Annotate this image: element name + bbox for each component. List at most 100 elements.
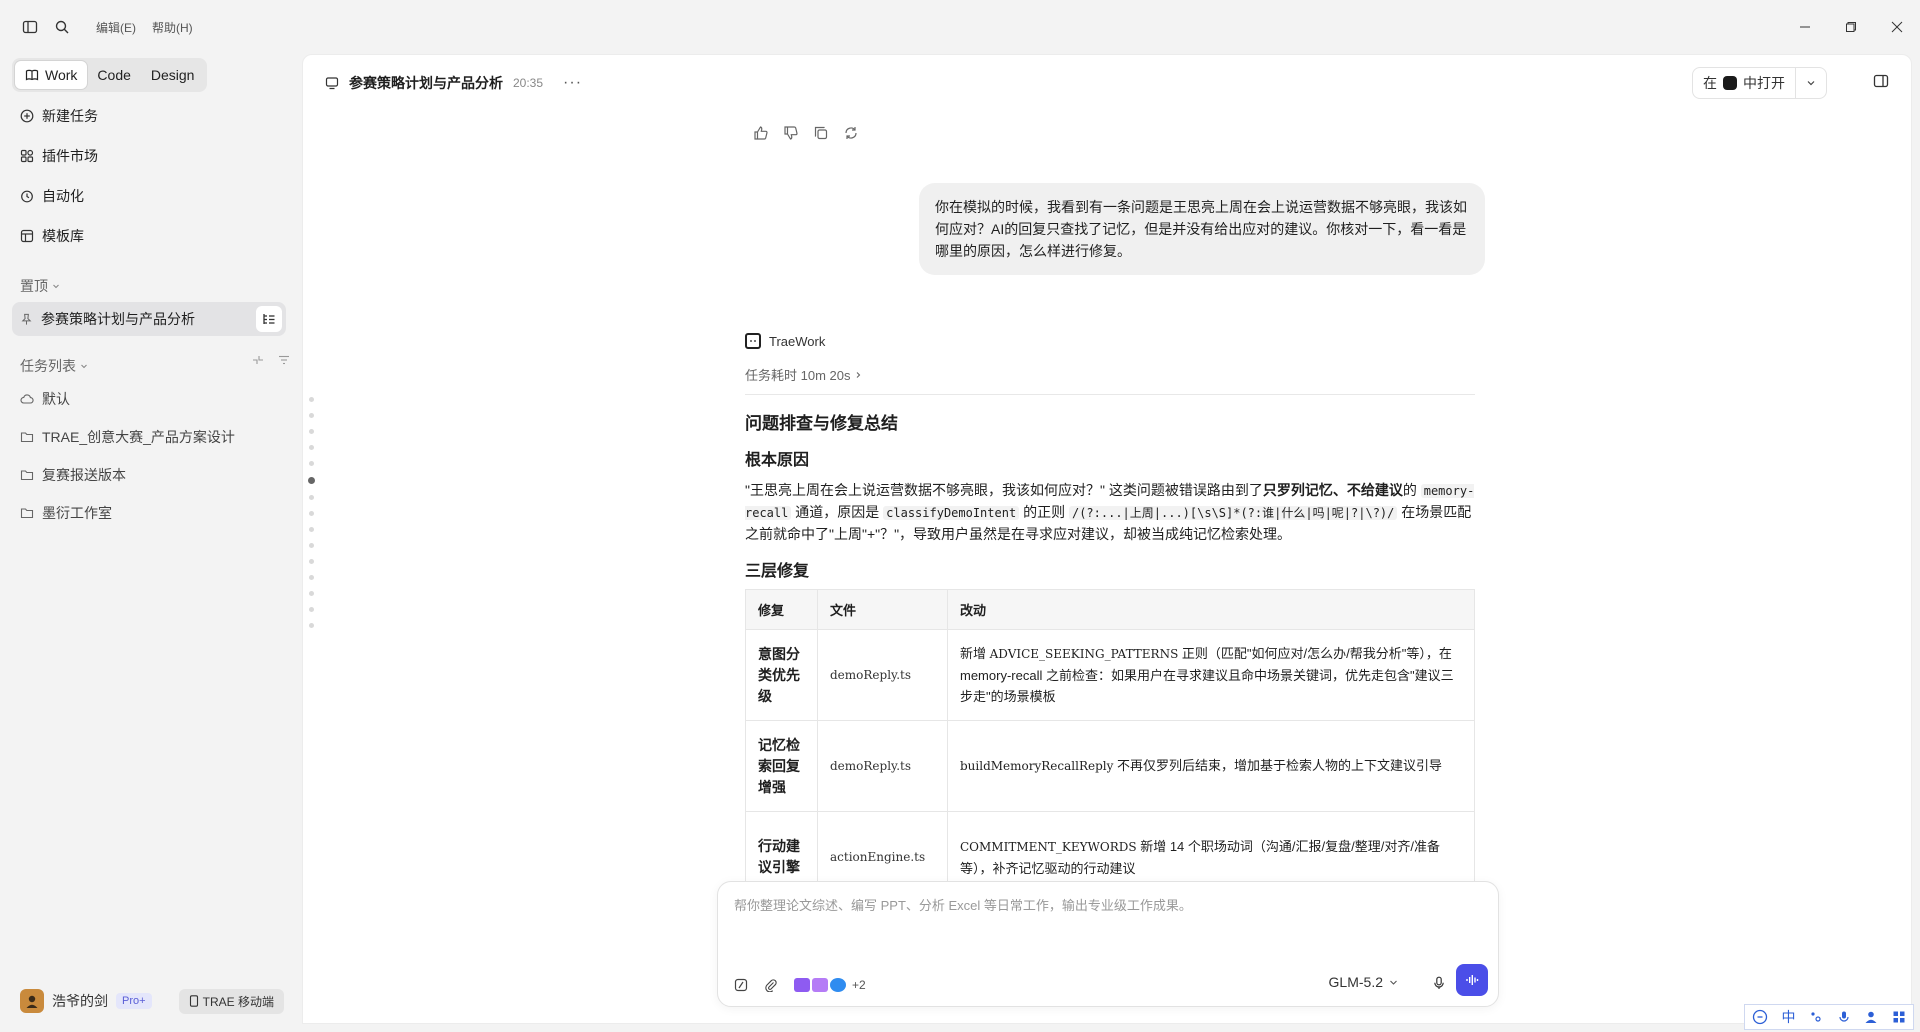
close-button[interactable] [1874, 0, 1920, 54]
sidebar-item-templates[interactable]: 模板库 [12, 218, 290, 254]
mobile-app-button[interactable]: TRAE 移动端 [178, 988, 284, 1014]
video-skill-icon [794, 978, 810, 992]
table-header: 改动 [947, 589, 1475, 630]
chevron-down-icon [1807, 81, 1815, 86]
ime-language-toggle[interactable]: 中 [1781, 1007, 1795, 1027]
task-group-trae-contest[interactable]: TRAE_创意大赛_产品方案设计 [12, 420, 290, 454]
app-icon [1723, 76, 1737, 90]
skills-selector[interactable]: +2 [794, 978, 866, 992]
microphone-icon [1434, 976, 1444, 989]
root-text-2: 的 [1402, 482, 1417, 498]
ime-toolbar: 中 [1744, 1004, 1914, 1030]
maximize-button[interactable] [1828, 0, 1874, 54]
chevron-down-icon [1390, 980, 1397, 985]
composer-tools: +2 [734, 978, 866, 992]
tab-design-label: Design [150, 67, 195, 83]
task-group-label: TRAE_创意大赛_产品方案设计 [42, 429, 235, 445]
fix-change: buildMemoryRecallReply 不再仅罗列后结束，增加基于检索人物… [947, 720, 1475, 812]
task-group-default[interactable]: 默认 [12, 382, 290, 416]
voice-send-button[interactable] [1456, 964, 1488, 996]
tasks-section-toggle[interactable]: 任务列表 [20, 356, 88, 376]
change-code: COMMITMENT_KEYWORDS [960, 839, 1137, 854]
punctuation-icon[interactable] [1809, 1010, 1823, 1024]
fix-heading: 三层修复 [745, 563, 810, 580]
collapse-icon[interactable] [252, 354, 264, 366]
ime-user-icon[interactable] [1864, 1010, 1878, 1024]
filter-icon[interactable] [278, 354, 290, 366]
attachment-icon[interactable] [764, 978, 778, 992]
search-icon[interactable] [46, 11, 78, 43]
sidebar-item-plugins[interactable]: 插件市场 [12, 138, 290, 174]
fix-table: 修复 文件 改动 意图分类优先级 demoReply.ts 新增 ADVICE_… [745, 589, 1475, 903]
thumbs-up-icon[interactable] [753, 125, 769, 141]
task-group-resubmit[interactable]: 复赛报送版本 [12, 458, 290, 492]
ime-microphone-icon[interactable] [1837, 1010, 1851, 1024]
avatar[interactable] [20, 989, 44, 1013]
menu-edit[interactable]: 编辑(E) [96, 19, 136, 36]
chevron-down-icon [53, 284, 59, 289]
right-panel-toggle-icon[interactable] [1873, 73, 1889, 89]
pinned-section-toggle[interactable]: 置顶 [20, 276, 60, 296]
pinned-task-item[interactable]: 参赛策略计划与产品分析 [12, 302, 286, 336]
root-cause-heading: 根本原因 [745, 452, 810, 469]
table-row: 意图分类优先级 demoReply.ts 新增 ADVICE_SEEKING_P… [745, 629, 1475, 721]
task-outline-button[interactable] [256, 306, 282, 332]
task-group-label: 墨衍工作室 [42, 505, 112, 521]
sidebar: Work Code Design 新建任务 插件市场 自动化 模板库 置顶 参赛… [0, 54, 302, 1032]
fix-file: demoReply.ts [817, 720, 948, 812]
chat-time: 20:35 [513, 76, 544, 90]
sidebar-toggle-icon[interactable] [14, 11, 46, 43]
sidebar-item-new-task[interactable]: 新建任务 [12, 98, 290, 134]
fix-name: 记忆检索回复增强 [745, 720, 818, 812]
current-position-dot[interactable] [308, 477, 315, 484]
tab-design[interactable]: Design [141, 61, 205, 89]
plan-badge: Pro+ [116, 993, 152, 1009]
fix-file: demoReply.ts [817, 629, 948, 721]
task-group-label: 默认 [42, 391, 70, 407]
slash-command-icon[interactable] [734, 978, 748, 992]
clock-icon [21, 190, 33, 203]
minimize-button[interactable] [1782, 0, 1828, 54]
chat-icon [325, 77, 339, 90]
cloud-icon [20, 394, 34, 404]
model-name: GLM-5.2 [1328, 974, 1383, 990]
title-bar: 编辑(E) 帮助(H) [0, 0, 1920, 54]
template-icon [20, 229, 34, 243]
image-skill-icon [812, 978, 828, 992]
phone-icon [189, 995, 198, 1007]
tab-work[interactable]: Work [15, 61, 88, 89]
copy-icon[interactable] [813, 125, 829, 141]
user-message-bubble: 你在模拟的时候，我看到有一条问题是王思亮上周在会上说运营数据不够亮眼，我该如何应… [919, 183, 1485, 275]
tab-code[interactable]: Code [87, 61, 140, 89]
fix-name: 意图分类优先级 [745, 629, 818, 721]
sidebar-item-label: 插件市场 [42, 148, 98, 164]
ime-logo-icon[interactable] [1752, 1009, 1768, 1025]
user-name[interactable]: 浩爷的剑 [52, 991, 108, 1011]
thumbs-down-icon[interactable] [783, 125, 799, 141]
table-header: 文件 [817, 589, 948, 630]
model-selector[interactable]: GLM-5.2 [1329, 974, 1398, 990]
table-header-row: 修复 文件 改动 [745, 589, 1475, 630]
sidebar-item-automation[interactable]: 自动化 [12, 178, 290, 214]
composer: +2 GLM-5.2 [717, 881, 1499, 1007]
chat-title: 参赛策略计划与产品分析 [349, 75, 503, 91]
open-in-app-button[interactable]: 在 中打开 [1693, 68, 1795, 98]
regenerate-icon[interactable] [843, 125, 859, 141]
more-options-button[interactable]: ··· [563, 74, 582, 92]
message-input[interactable] [734, 898, 1474, 913]
inline-code-function: classifyDemoIntent [883, 506, 1020, 520]
menu-help[interactable]: 帮助(H) [152, 19, 193, 36]
table-header: 修复 [745, 589, 818, 630]
chevron-down-icon [81, 364, 87, 369]
pinned-section-label: 置顶 [20, 278, 48, 294]
microphone-button[interactable] [1432, 976, 1446, 990]
conversation-scroll-indicator[interactable] [308, 397, 315, 628]
list-tree-icon [263, 314, 275, 324]
task-duration-toggle[interactable]: 任务耗时 10m 20s [745, 365, 1475, 395]
change-code: buildMemoryRecallReply [960, 759, 1114, 773]
ime-grid-icon[interactable] [1892, 1010, 1906, 1024]
task-group-studio[interactable]: 墨衍工作室 [12, 496, 290, 530]
open-in-dropdown[interactable] [1796, 68, 1826, 98]
table-row: 记忆检索回复增强 demoReply.ts buildMemoryRecallR… [745, 720, 1475, 812]
sidebar-item-label: 模板库 [42, 228, 84, 244]
